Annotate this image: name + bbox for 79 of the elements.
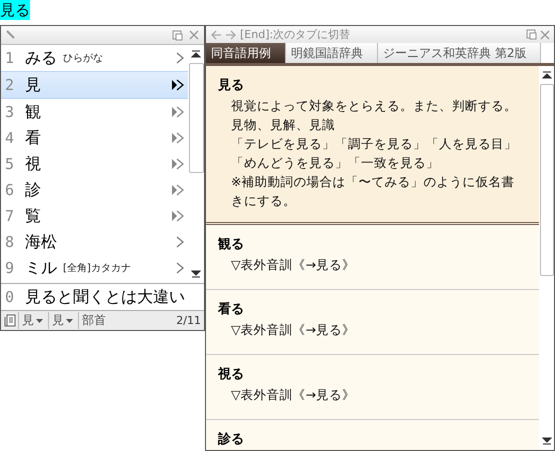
candidate-number: 4	[5, 129, 15, 147]
dictionary-tab[interactable]: 同音語用例	[206, 43, 286, 63]
scroll-top-icon[interactable]	[191, 49, 201, 59]
entry-text: 視覚によって対象をとらえる。また、判断する。	[230, 97, 518, 115]
scroll-thumb[interactable]	[540, 84, 554, 276]
double-chevron-icon	[171, 158, 184, 170]
radical-button[interactable]: 部首	[78, 312, 109, 329]
candidate-item[interactable]: 1 みる ひらがな	[1, 45, 188, 71]
candidate-text: 見	[25, 74, 41, 96]
double-chevron-icon	[171, 132, 184, 144]
scroll-top-icon[interactable]	[542, 70, 552, 80]
document-icon[interactable]	[4, 314, 16, 327]
chevron-icon	[176, 236, 184, 248]
chevron-icon	[176, 262, 184, 274]
candidate-item[interactable]: 6 診	[1, 177, 188, 203]
candidate-number: 0	[5, 288, 15, 306]
candidate-text: 看	[25, 128, 41, 148]
double-chevron-icon	[171, 184, 184, 196]
scrollbar[interactable]	[539, 66, 554, 450]
candidate-item[interactable]: 8 海松	[1, 229, 188, 255]
restore-icon[interactable]	[526, 29, 537, 40]
entry-text: 見物、見解、見識	[230, 116, 336, 134]
double-chevron-icon	[171, 106, 184, 118]
candidate-number: 5	[5, 155, 15, 173]
entry-heading: 見る	[218, 77, 245, 95]
candidate-number: 6	[5, 181, 15, 199]
prediction-text: 見ると聞くとは大違い	[25, 286, 185, 308]
chevron-icon	[176, 52, 184, 64]
candidate-text: 観	[25, 102, 41, 122]
candidate-number: 7	[5, 207, 15, 225]
candidate-item[interactable]: 9 ミル [全角]カタカナ	[1, 255, 188, 281]
caret-icon	[36, 318, 43, 322]
composition-text: 見る	[0, 0, 30, 20]
double-chevron-icon	[171, 210, 184, 222]
candidate-text: みる	[25, 48, 57, 68]
kanji-dropdown[interactable]: 見	[18, 312, 46, 329]
entry-heading: 観る	[218, 236, 245, 254]
entry-heading: 視る	[218, 366, 245, 384]
entry-heading: 診る	[218, 431, 245, 449]
back-icon[interactable]	[210, 28, 222, 40]
dictionary-tab[interactable]: ジーニアス和英辞典 第2版	[378, 43, 542, 63]
candidate-item[interactable]: 3 観	[1, 99, 188, 125]
scroll-bottom-icon[interactable]	[191, 269, 201, 279]
candidate-number: 1	[5, 49, 15, 67]
candidate-text: 診	[25, 180, 41, 200]
candidate-number: 8	[5, 233, 15, 251]
entry-text: ▽表外音訓《→見る》	[230, 321, 356, 339]
scroll-bottom-icon[interactable]	[542, 436, 552, 446]
entry-text: ※補助動詞の場合は「〜てみる」のように仮名書きにする。	[230, 173, 516, 210]
window-title: [End]:次のタブに切替	[240, 27, 350, 42]
candidate-number: 9	[5, 259, 15, 277]
entry-text: 「めんどうを見る」「一致を見る」	[230, 154, 440, 172]
entry-heading: 看る	[218, 301, 245, 319]
double-chevron-icon	[171, 79, 184, 91]
candidate-note: ひらがな	[63, 52, 103, 65]
dictionary-tab[interactable]: 明鏡国語辞典	[286, 43, 378, 63]
forward-icon[interactable]	[225, 28, 237, 40]
restore-icon[interactable]	[172, 30, 183, 40]
candidate-item[interactable]: 2 見	[1, 71, 188, 99]
candidate-number: 2	[5, 76, 15, 94]
scroll-thumb[interactable]	[188, 63, 204, 173]
candidate-item[interactable]: 7 覧	[1, 203, 188, 229]
kanji-dropdown[interactable]: 見	[48, 312, 76, 329]
caret-icon	[66, 318, 73, 322]
entry-text: ▽表外音訓《→見る》	[230, 256, 356, 274]
close-icon[interactable]	[189, 30, 199, 40]
candidate-note: [全角]カタカナ	[63, 262, 131, 275]
candidate-number: 3	[5, 103, 15, 121]
page-counter: 2/11	[176, 314, 201, 327]
candidate-text: 覧	[25, 206, 41, 226]
entry-text: 「テレビを見る」「調子を見る」「人を見る目」	[230, 135, 518, 153]
candidate-text: 海松	[25, 232, 57, 252]
candidate-item[interactable]: 4 看	[1, 125, 188, 151]
candidate-text: 視	[25, 154, 41, 174]
candidate-item[interactable]: 5 視	[1, 151, 188, 177]
candidate-text: ミル	[25, 258, 57, 278]
entry-text: ▽表外音訓《→見る》	[230, 386, 356, 404]
close-icon[interactable]	[540, 30, 550, 40]
pencil-icon[interactable]	[6, 30, 16, 40]
